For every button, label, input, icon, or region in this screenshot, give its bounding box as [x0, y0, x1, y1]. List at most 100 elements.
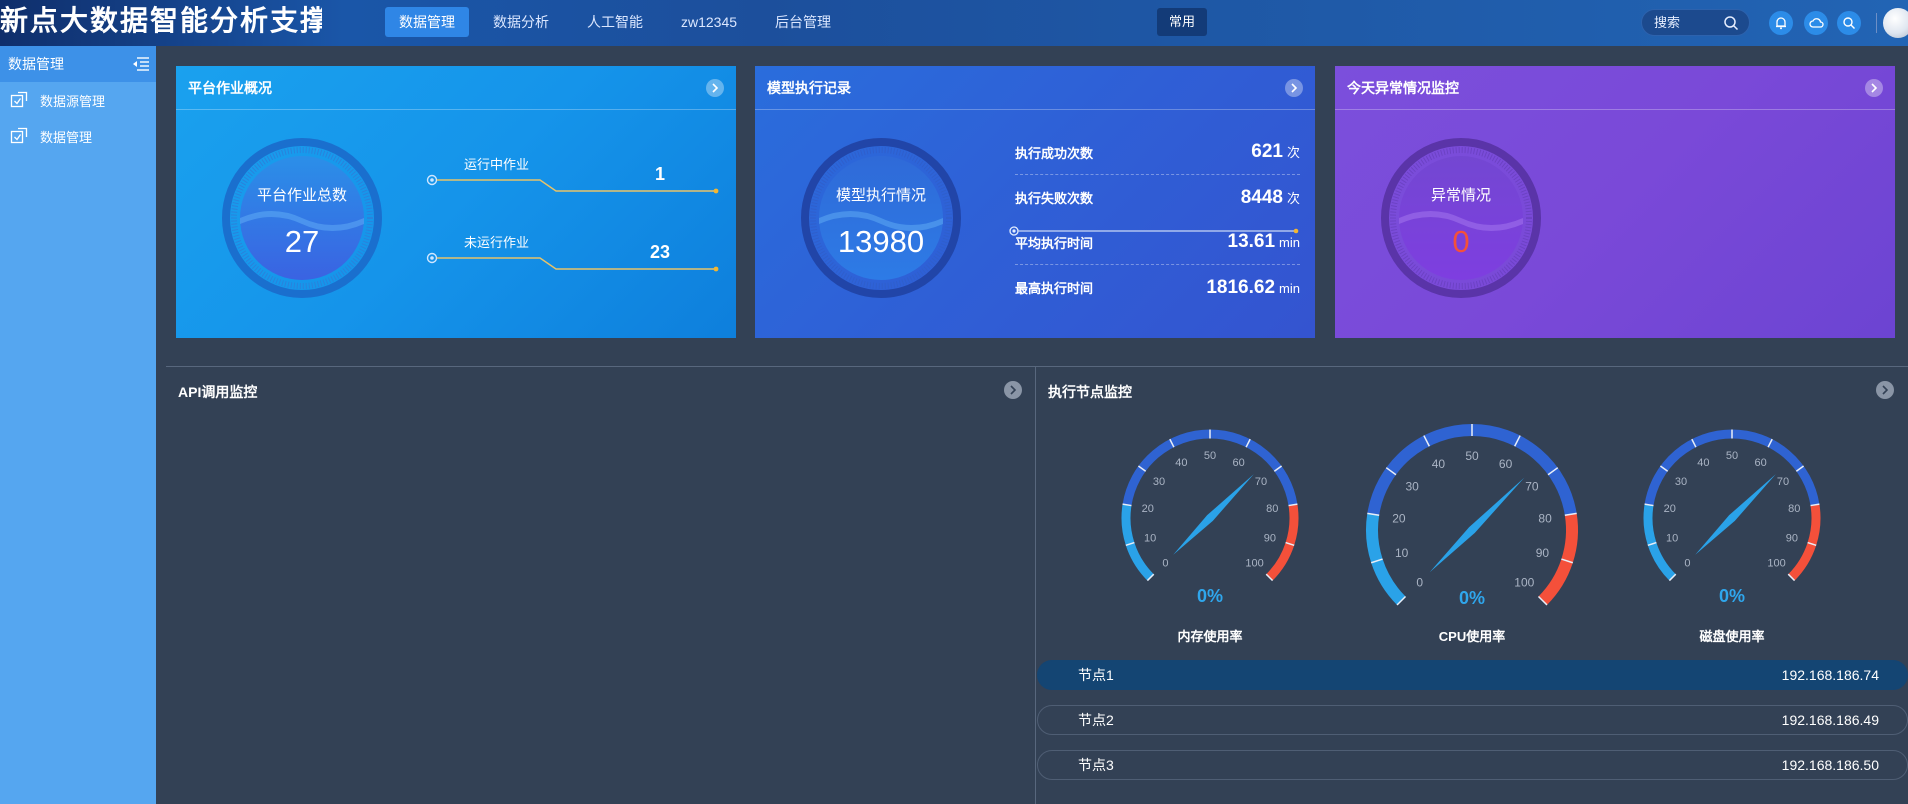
model-stats: 执行成功次数 621 次 执行失败次数 8448 次 平均执行时间 13.61 min…: [1009, 130, 1300, 310]
nav-item-ai[interactable]: 人工智能: [573, 7, 657, 37]
node-row-2[interactable]: 节点2 192.168.186.49: [1037, 705, 1908, 735]
stat-row-failure: 执行失败次数 8448 次: [1015, 175, 1300, 220]
gauge-tick-label: 60: [1232, 457, 1244, 469]
gauge-tick-label: 40: [1697, 457, 1709, 469]
gauge-tick-label: 50: [1204, 450, 1216, 462]
node-row-3[interactable]: 节点3 192.168.186.50: [1037, 750, 1908, 780]
section-divider: [166, 366, 1908, 367]
avatar[interactable]: [1883, 8, 1908, 38]
disk-gauge: 0 10 20 30 40 50 60 70 80 90 100 0% 磁盘使用率: [1632, 418, 1832, 648]
model-dial: 模型执行情况 13980: [801, 138, 961, 298]
dial-label: 异常情况: [1430, 187, 1491, 204]
stat-unit: 次: [1286, 190, 1300, 206]
stat-value: 8448: [1240, 186, 1283, 208]
node-row-1[interactable]: 节点1 192.168.186.74: [1037, 660, 1908, 690]
common-button[interactable]: 常用: [1157, 8, 1207, 36]
data-icon: [10, 127, 28, 144]
sidebar-item-label: 数据源管理: [40, 93, 106, 109]
gauge-tick-label: 10: [1144, 532, 1156, 544]
card-title: 模型执行记录: [767, 79, 851, 96]
sidebar-item-data[interactable]: 数据管理: [0, 118, 156, 154]
gauge-tick-label: 70: [1525, 480, 1539, 494]
node-ip: 192.168.186.50: [1781, 757, 1879, 773]
stat-value: 621: [1251, 141, 1283, 162]
nav-item-zw12345[interactable]: zw12345: [667, 7, 751, 37]
anomaly-card: 今天异常情况监控 异常情况 0: [1335, 66, 1895, 338]
gauge-value: 0%: [1718, 586, 1745, 606]
gauge-needle: [1429, 477, 1525, 573]
gauge-tick-label: 0: [1162, 558, 1168, 570]
sidebar-item-datasource[interactable]: 数据源管理: [0, 82, 156, 118]
gauge-tick-label: 30: [1675, 476, 1687, 488]
gauge-name: 内存使用率: [1177, 629, 1243, 644]
gauge-band: [1367, 424, 1577, 516]
gauge-tick-label: 70: [1255, 476, 1267, 488]
top-divider: [1876, 13, 1877, 33]
gauge-tick-label: 80: [1788, 503, 1800, 515]
platform-jobs-card: 平台作业概况 平台作业总数 27 运行中作业 1 未运行作业 23: [176, 66, 736, 338]
gauge-tick-label: 80: [1266, 503, 1278, 515]
stat-row-max-time: 最高执行时间 1816.62 min: [1015, 265, 1300, 310]
stat-label: 最高执行时间: [1015, 281, 1094, 296]
card-header: 今天异常情况监控: [1335, 66, 1895, 110]
gauge-band: [1644, 429, 1820, 506]
running-jobs-row: 运行中作业 1: [426, 154, 726, 214]
stopped-jobs-label: 未运行作业: [464, 235, 530, 250]
gauge-value: 0%: [1458, 588, 1485, 608]
stat-unit: 次: [1286, 145, 1300, 160]
gauge-tick-label: 20: [1664, 503, 1676, 515]
chevron-right-icon[interactable]: [1285, 78, 1303, 97]
search-input[interactable]: [1654, 15, 1728, 30]
anomaly-dial: 异常情况 0: [1381, 138, 1541, 298]
platform-dial: 平台作业总数 27: [222, 138, 382, 298]
dial-value: 13980: [837, 224, 925, 259]
chevron-right-icon[interactable]: [706, 78, 724, 97]
node-ip: 192.168.186.74: [1781, 667, 1879, 683]
gauge-tick-label: 10: [1395, 546, 1409, 560]
main-nav: 数据管理 数据分析 人工智能 zw12345 后台管理: [385, 7, 855, 37]
bell-icon[interactable]: [1769, 11, 1793, 35]
card-title: 平台作业概况: [188, 79, 272, 96]
global-search-icon[interactable]: [1837, 11, 1861, 35]
node-name: 节点3: [1078, 757, 1114, 773]
gauge-tick-label: 20: [1392, 511, 1406, 525]
search-icon[interactable]: [1723, 15, 1739, 31]
nav-item-admin[interactable]: 后台管理: [761, 7, 845, 37]
gauge-value: 0%: [1196, 586, 1223, 606]
sidebar: 数据管理 数据源管理 数据管理: [0, 46, 156, 804]
node-monitor-title: 执行节点监控: [1048, 384, 1132, 400]
gauge-tick-label: 40: [1175, 457, 1187, 469]
nav-item-data-management[interactable]: 数据管理: [385, 7, 469, 37]
gauge-tick-label: 90: [1264, 532, 1276, 544]
stat-value: 1816.62: [1206, 276, 1276, 298]
cpu-gauge: 0 10 20 30 40 50 60 70 80 90 100 0% CPU使用率: [1352, 418, 1592, 648]
api-chevron-right-icon[interactable]: [1004, 381, 1022, 399]
gauge-band: [1122, 429, 1298, 506]
card-title: 今天异常情况监控: [1347, 79, 1459, 96]
sidebar-header: 数据管理: [0, 46, 156, 82]
nav-item-data-analysis[interactable]: 数据分析: [479, 7, 563, 37]
dial-label: 模型执行情况: [835, 187, 926, 204]
gauge-tick-label: 90: [1786, 532, 1798, 544]
gauge-needle: [1695, 474, 1776, 555]
node-chevron-right-icon[interactable]: [1876, 381, 1894, 399]
gauge-tick-label: 10: [1666, 532, 1678, 544]
stat-label: 执行成功次数: [1015, 145, 1094, 161]
gauge-tick-label: 30: [1405, 480, 1419, 494]
gauge-tick-label: 0: [1684, 558, 1690, 570]
api-monitor-title: API调用监控: [178, 384, 258, 400]
stopped-jobs-value: 23: [649, 242, 671, 262]
chevron-right-icon[interactable]: [1865, 78, 1883, 97]
stat-unit: min: [1279, 280, 1300, 296]
cloud-icon[interactable]: [1804, 11, 1828, 35]
collapse-menu-icon[interactable]: [132, 57, 150, 71]
gauge-tick-label: 90: [1536, 546, 1550, 560]
top-bar: 新点大数据智能分析支撑平台 数据管理 数据分析 人工智能 zw12345 后台管…: [0, 0, 1908, 46]
gauge-tick-label: 30: [1153, 476, 1165, 488]
gauge-tick-label: 60: [1499, 457, 1513, 471]
failure-ratio-line: [1009, 226, 1299, 236]
running-jobs-label: 运行中作业: [464, 157, 530, 172]
gauge-tick-label: 50: [1726, 450, 1738, 462]
gauge-tick-label: 100: [1767, 558, 1785, 570]
running-jobs-value: 1: [654, 164, 665, 184]
